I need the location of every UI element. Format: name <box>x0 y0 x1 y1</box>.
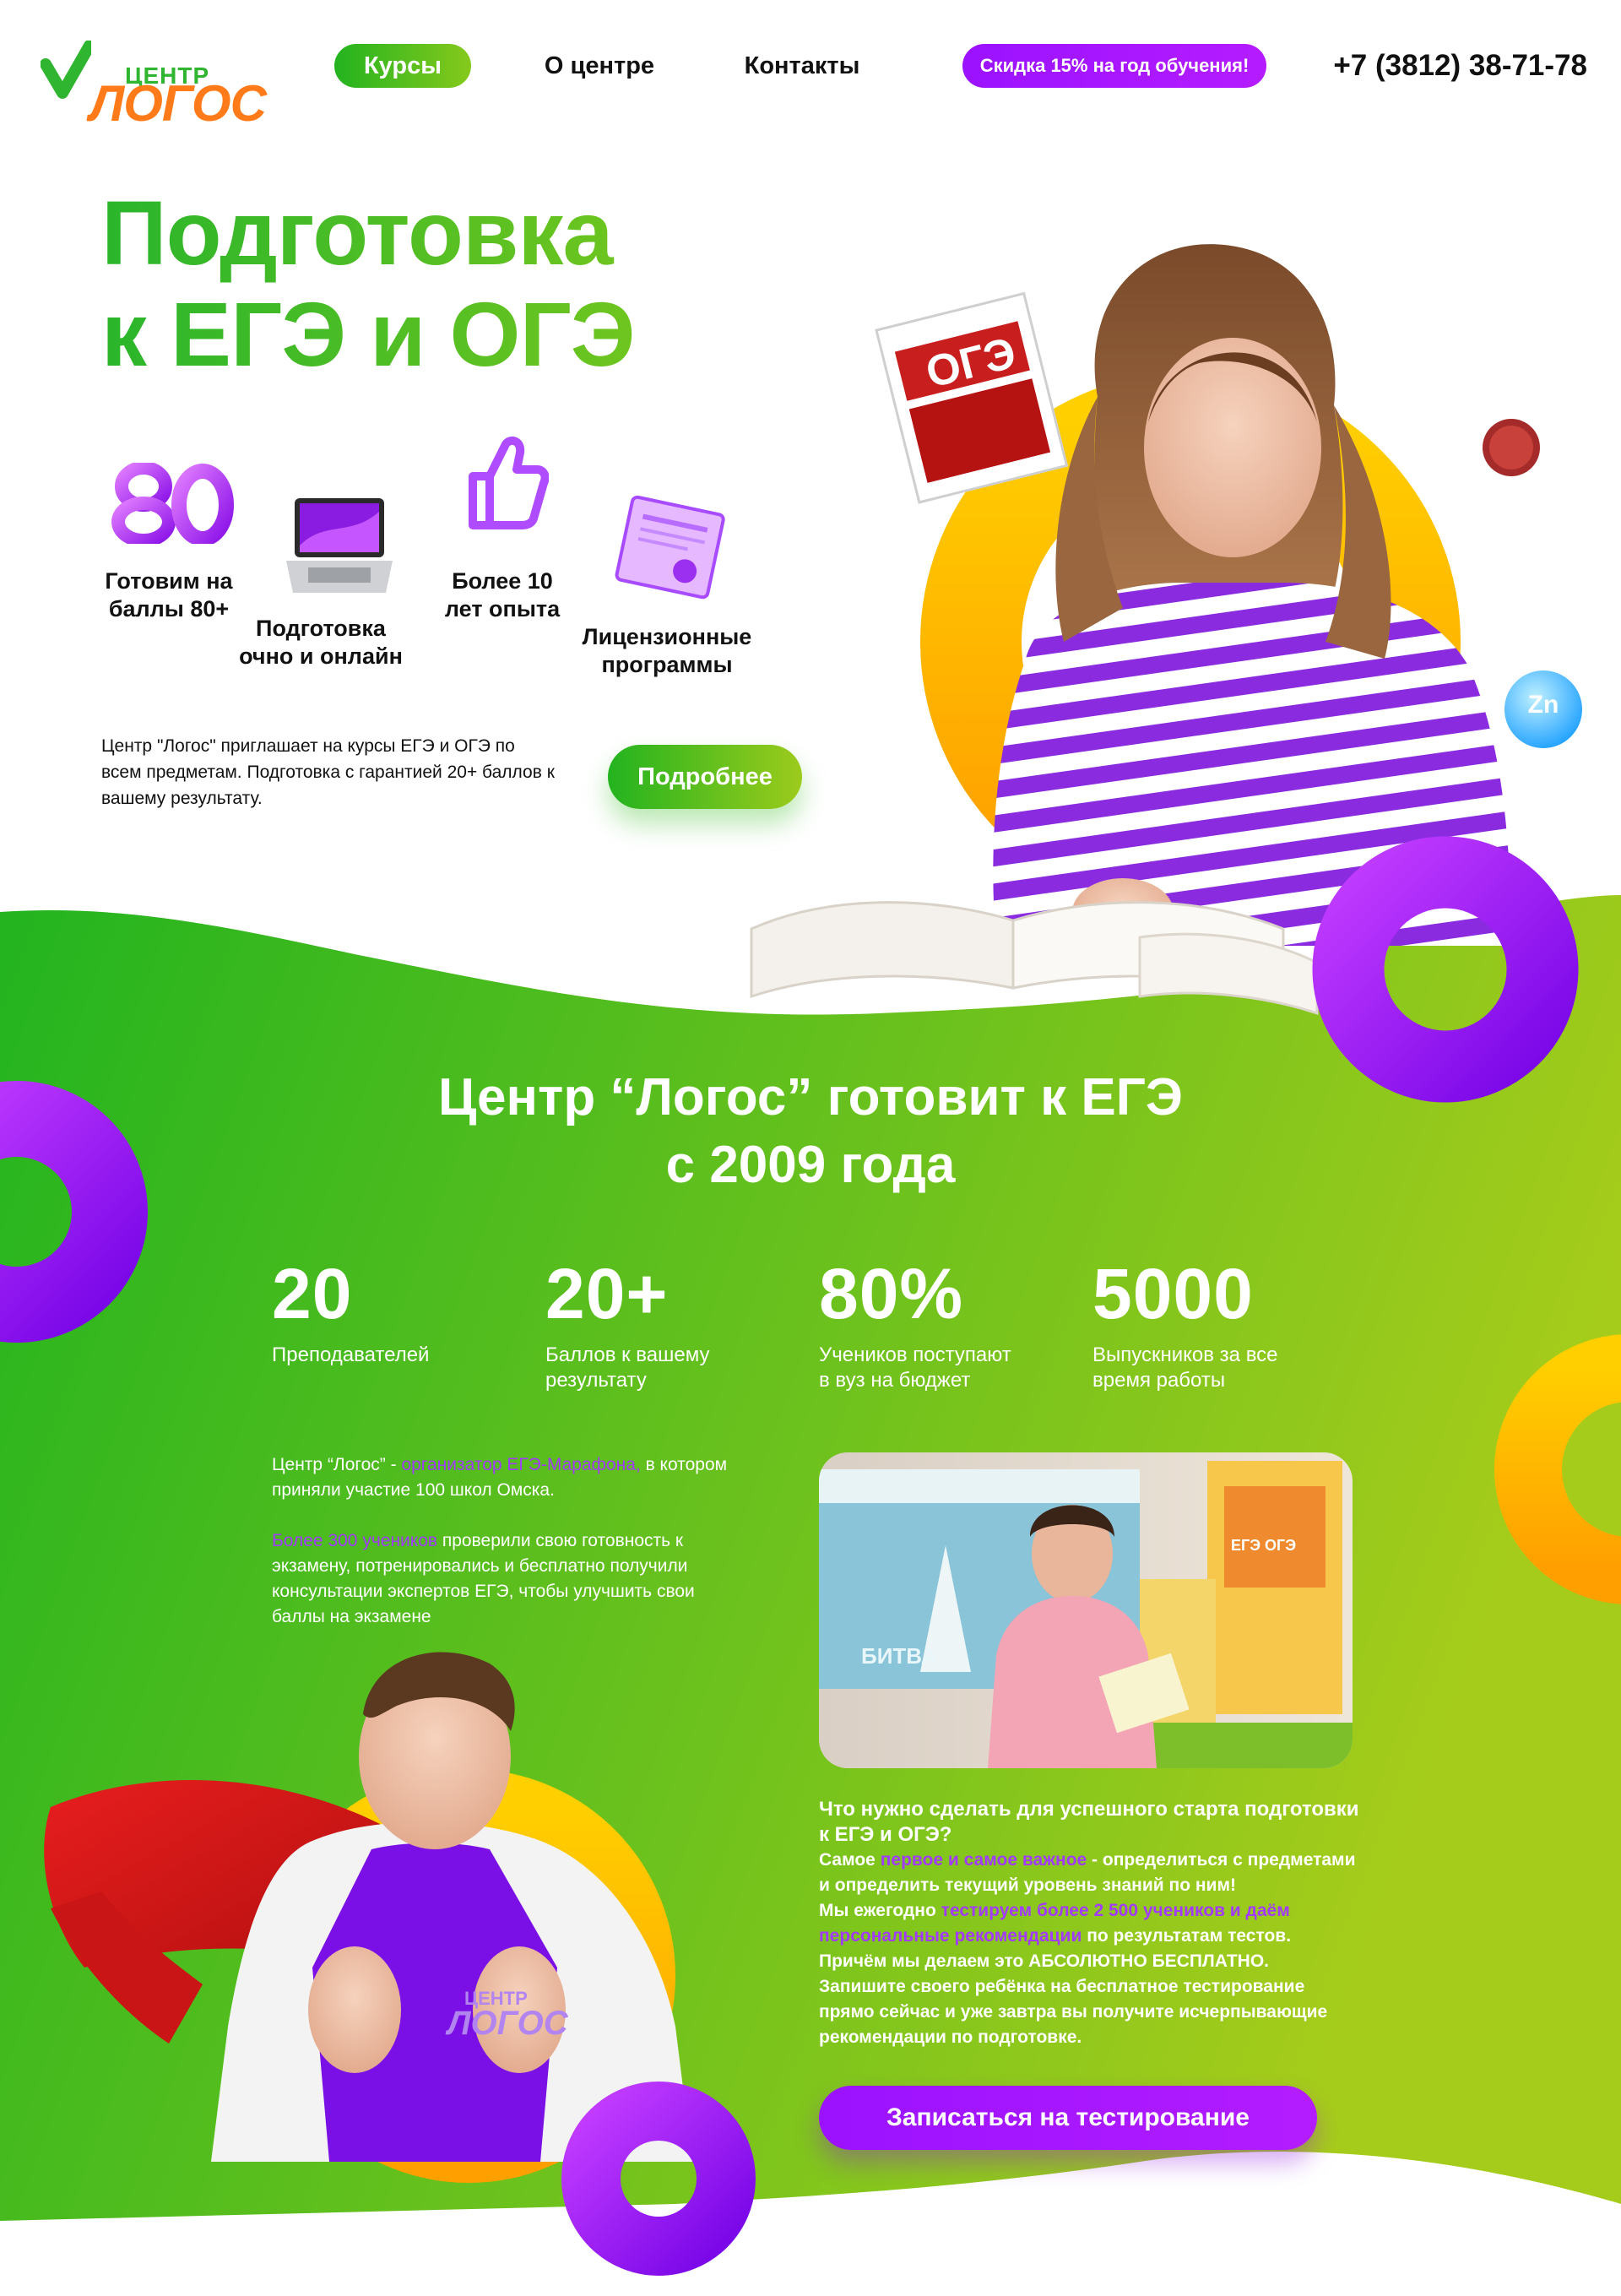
signup-testing-button[interactable]: Записаться на тестирование <box>819 2086 1317 2150</box>
hero-title-line2: к ЕГЭ и ОГЭ <box>101 283 635 385</box>
thumbs-up-icon <box>469 436 549 529</box>
feature-experience-l1: Более 10 <box>452 568 553 594</box>
stat-number: 80% <box>819 1254 964 1333</box>
testing-line4: Запишите своего ребёнка на бесплатное те… <box>819 1977 1328 2047</box>
feature-experience: Более 10 лет опыта <box>426 567 578 623</box>
section-title: Центр “Логос” готовит к ЕГЭ с 2009 года <box>304 1064 1317 1199</box>
photo-poster-battle: БИТВА <box>861 1643 937 1669</box>
stat-label-l1: Баллов к вашему <box>545 1343 710 1366</box>
stat-label-l2: в вуз на бюджет <box>819 1369 971 1392</box>
marathon-highlight: организатор ЕГЭ-Марафона, <box>401 1455 641 1474</box>
certificate-icon <box>615 495 725 600</box>
virus-image <box>1483 419 1540 476</box>
stat-number: 5000 <box>1092 1254 1254 1333</box>
feature-score-l2: баллы 80+ <box>108 596 230 621</box>
hero-description: Центр "Логос" приглашает на курсы ЕГЭ и … <box>101 736 555 808</box>
open-book-image <box>750 901 1319 1016</box>
testing-info: Что нужно сделать для успешного старта п… <box>819 1797 1359 2050</box>
nav-contacts[interactable]: Контакты <box>709 44 895 88</box>
hero-title-line1: Подготовка <box>101 182 613 284</box>
stat-graduates: 5000 Выпускников за все время работы <box>1092 1253 1346 1393</box>
marathon-paragraph: Центр “Логос” - организатор ЕГЭ-Марафона… <box>272 1452 745 1503</box>
oge-book-image <box>875 291 1069 504</box>
testing-question: Что нужно сделать для успешного старта п… <box>819 1798 1359 1846</box>
stat-number: 20+ <box>545 1254 669 1333</box>
phone-number[interactable]: +7 (3812) 38-71-78 <box>1300 44 1587 88</box>
feature-license-l1: Лицензионные <box>582 624 752 649</box>
stat-label-l1: Выпускников за все <box>1092 1343 1278 1366</box>
classroom-photo: БИТВА ЕГЭ ОГЭ <box>819 1452 1353 1768</box>
photo-poster-exam: ЕГЭ ОГЭ <box>1231 1537 1297 1554</box>
feature-format-l1: Подготовка <box>256 616 386 641</box>
testing-line1: Самое первое и самое важное - определить… <box>819 1848 1359 1898</box>
stat-label-l1: Преподавателей <box>272 1343 430 1366</box>
logo-checkmark-icon <box>41 41 91 99</box>
stat-label-l1: Учеников поступают <box>819 1343 1011 1366</box>
feature-score: Готовим на баллы 80+ <box>93 567 245 623</box>
feature-license: Лицензионные программы <box>566 623 768 679</box>
zinc-label: Zn <box>1527 691 1559 719</box>
laptop-icon <box>286 498 393 593</box>
section-title-l2: с 2009 года <box>665 1136 956 1194</box>
logo-text-big: ЛОГОС <box>89 75 267 132</box>
testing-line2-b: по результатам тестов. <box>1082 1926 1292 1946</box>
students-highlight: Более 300 учеников <box>272 1531 438 1550</box>
feature-score-l1: Готовим на <box>105 568 233 594</box>
feature-experience-l2: лет опыта <box>444 596 561 621</box>
classroom-photo-art <box>819 1452 1353 1768</box>
shirt-logo: ЦЕНТР ЛОГОС <box>431 1984 599 2052</box>
more-button[interactable]: Подробнее <box>608 745 802 809</box>
feature-format: Подготовка очно и онлайн <box>236 615 405 670</box>
hero-title: Подготовка к ЕГЭ и ОГЭ <box>101 182 861 385</box>
stat-label-l2: время работы <box>1092 1369 1226 1392</box>
students-paragraph: Более 300 учеников проверили свою готовн… <box>272 1528 745 1630</box>
feature-format-l2: очно и онлайн <box>239 643 403 669</box>
testing-line3: Причём мы делаем это АБСОЛЮТНО БЕСПЛАТНО… <box>819 1951 1270 1971</box>
stat-label: Баллов к вашему результату <box>545 1343 782 1393</box>
stat-label-l2: результату <box>545 1369 647 1392</box>
testing-line1-highlight: первое и самое важное <box>880 1850 1087 1870</box>
testing-line1-a: Самое <box>819 1850 881 1870</box>
stat-label: Выпускников за все время работы <box>1092 1343 1346 1393</box>
stat-number: 20 <box>272 1254 353 1333</box>
section-title-l1: Центр “Логос” готовит к ЕГЭ <box>437 1068 1184 1126</box>
stat-points: 20+ Баллов к вашему результату <box>545 1253 782 1393</box>
discount-badge[interactable]: Скидка 15% на год обучения! <box>962 44 1266 88</box>
testing-line2-a: Мы ежегодно <box>819 1901 941 1920</box>
stat-label: Преподавателей <box>272 1343 508 1368</box>
score-80-icon <box>111 463 234 544</box>
stat-teachers: 20 Преподавателей <box>272 1253 508 1368</box>
stat-budget: 80% Учеников поступают в вуз на бюджет <box>819 1253 1055 1393</box>
feature-license-l2: программы <box>601 652 733 677</box>
testing-line2: Мы ежегодно тестируем более 2 500 ученик… <box>819 1898 1359 1949</box>
marathon-text-a: Центр “Логос” - <box>272 1455 402 1474</box>
nav-about[interactable]: О центре <box>515 44 684 88</box>
stat-label: Учеников поступают в вуз на бюджет <box>819 1343 1055 1393</box>
logo[interactable]: ЦЕНТР ЛОГОС <box>41 32 267 132</box>
nav-courses[interactable]: Курсы <box>334 44 471 88</box>
shirt-logo-big: ЛОГОС <box>447 2005 568 2042</box>
